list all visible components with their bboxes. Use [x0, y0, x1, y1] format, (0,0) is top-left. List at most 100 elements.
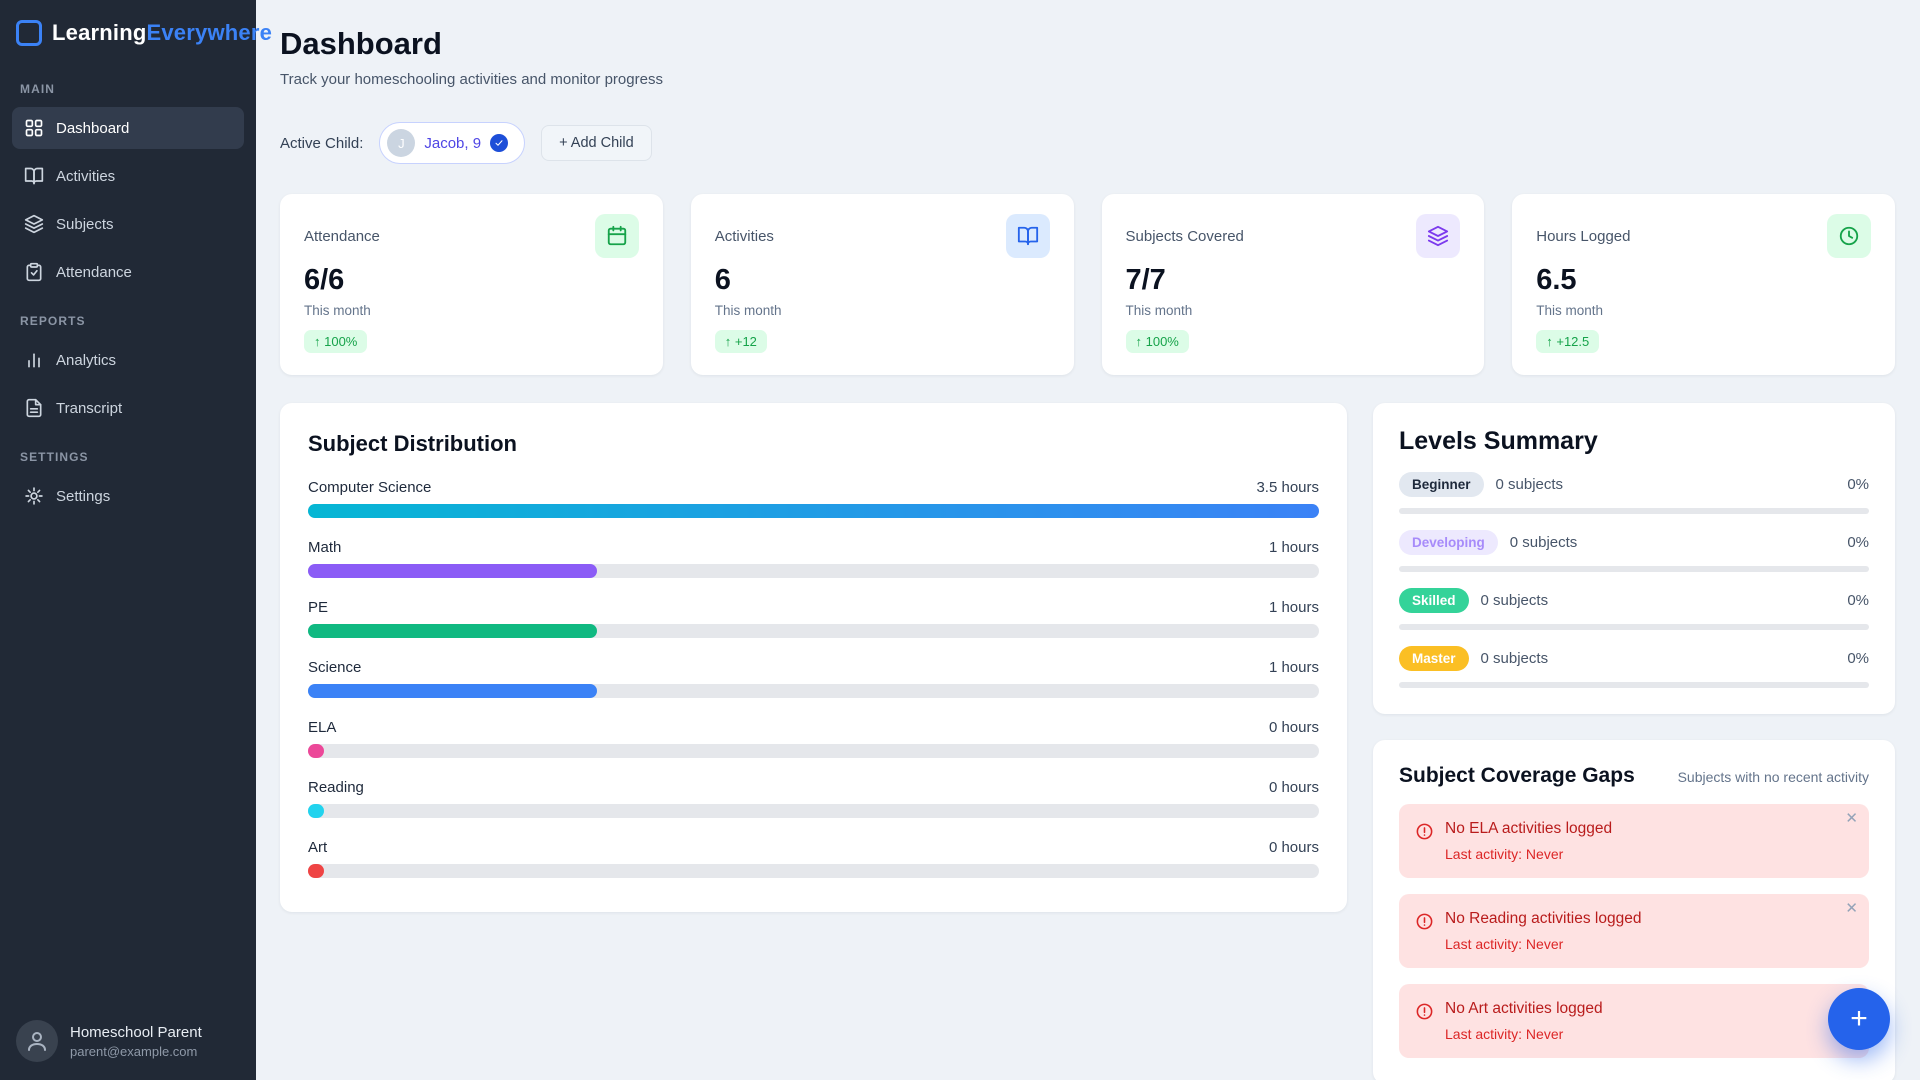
nav-section-reports: REPORTS — [20, 314, 86, 328]
right-column: Levels Summary Beginner 0 subjects 0% De… — [1373, 403, 1895, 1080]
close-icon[interactable] — [1845, 901, 1858, 916]
level-percent: 0% — [1847, 534, 1869, 551]
alert-circle-icon — [1415, 1002, 1434, 1021]
user-email: parent@example.com — [70, 1043, 198, 1059]
active-child-row: Active Child: J Jacob, 9 + Add Child — [280, 122, 1895, 164]
user-avatar-icon — [16, 1020, 58, 1062]
document-icon — [24, 398, 44, 418]
gear-icon — [24, 486, 44, 506]
user-info: Homeschool Parent parent@example.com — [70, 1024, 202, 1059]
subject-name: Art — [308, 839, 328, 856]
brand-part2: Everywhere — [146, 20, 273, 45]
level-progress-track — [1399, 682, 1869, 688]
level-percent: 0% — [1847, 650, 1869, 667]
page-subtitle: Track your homeschooling activities and … — [280, 71, 663, 88]
layers-icon — [24, 214, 44, 234]
level-progress-track — [1399, 508, 1869, 514]
sidebar-item-activities[interactable]: Activities — [12, 155, 244, 197]
alert-body: No Art activities logged Last activity: … — [1445, 1000, 1603, 1042]
sidebar-item-label: Subjects — [56, 215, 114, 233]
check-badge-icon — [490, 134, 509, 152]
stat-period: This month — [304, 303, 371, 318]
distribution-row: PE 1 hours — [308, 599, 1319, 638]
page-title: Dashboard — [280, 26, 442, 61]
sidebar-item-label: Dashboard — [56, 119, 130, 137]
stat-period: This month — [714, 303, 782, 318]
stat-value: 6/6 — [304, 264, 345, 296]
subject-name: Reading — [308, 779, 364, 796]
subject-hours: 3.5 hours — [1256, 479, 1319, 496]
distribution-track — [308, 624, 1319, 638]
level-row: Developing 0 subjects 0% — [1399, 530, 1869, 572]
coverage-gaps-title: Subject Coverage Gaps — [1399, 764, 1635, 787]
level-count: 0 subjects — [1480, 650, 1549, 667]
sidebar-item-settings[interactable]: Settings — [12, 475, 244, 517]
sidebar-item-attendance[interactable]: Attendance — [12, 251, 244, 293]
add-fab-button[interactable]: + — [1828, 988, 1890, 1050]
alert-title: No Art activities logged — [1445, 1000, 1603, 1017]
stat-card-activities: Activities 6 This month ↑ +12 — [690, 194, 1074, 375]
gap-alert-reading: No Reading activities logged Last activi… — [1399, 894, 1869, 968]
bar-chart-icon — [24, 350, 44, 370]
subject-hours: 0 hours — [1268, 779, 1319, 796]
level-badge-developing: Developing — [1399, 530, 1498, 555]
levels-summary-card: Levels Summary Beginner 0 subjects 0% De… — [1373, 403, 1895, 714]
level-progress-track — [1399, 624, 1869, 630]
sidebar-item-dashboard[interactable]: Dashboard — [12, 107, 244, 149]
layers-icon — [1416, 214, 1461, 258]
brand-logo: LearningEverywhere — [0, 0, 272, 64]
distribution-bar — [308, 504, 1319, 518]
nav-section-settings: SETTINGS — [20, 450, 89, 464]
calendar-icon — [594, 214, 639, 258]
distribution-track — [308, 684, 1319, 698]
sidebar-item-label: Analytics — [56, 351, 117, 369]
active-child-pill[interactable]: J Jacob, 9 — [379, 122, 526, 164]
sidebar-item-analytics[interactable]: Analytics — [12, 339, 244, 381]
stat-card-hours-logged: Hours Logged 6.5 This month ↑ +12.5 — [1512, 194, 1895, 375]
main-grid: Subject Distribution Computer Science 3.5… — [280, 403, 1895, 1080]
user-profile[interactable]: Homeschool Parent parent@example.com — [0, 1002, 256, 1080]
distribution-row: Science 1 hours — [308, 659, 1319, 698]
alert-circle-icon — [1415, 822, 1434, 841]
distribution-row: Reading 0 hours — [308, 779, 1319, 818]
distribution-track — [308, 864, 1319, 878]
brand-part1: Learning — [52, 20, 147, 45]
distribution-track — [308, 804, 1319, 818]
stat-period: This month — [1536, 303, 1604, 318]
levels-summary-title: Levels Summary — [1399, 427, 1598, 455]
level-badge-beginner: Beginner — [1399, 472, 1484, 497]
alert-body: No Reading activities logged Last activi… — [1445, 910, 1641, 952]
subject-hours: 0 hours — [1268, 839, 1319, 856]
stat-value: 6.5 — [1536, 264, 1577, 296]
alert-detail: Last activity: Never — [1445, 846, 1564, 862]
stat-label: Subjects Covered — [1125, 227, 1244, 245]
add-child-button[interactable]: + Add Child — [541, 125, 652, 161]
distribution-bar — [308, 624, 597, 638]
level-row: Master 0 subjects 0% — [1399, 646, 1869, 688]
stats-grid: Attendance 6/6 This month ↑ 100% Activit… — [280, 194, 1895, 375]
coverage-gaps-subtitle: Subjects with no recent activity — [1677, 769, 1869, 785]
close-icon[interactable] — [1845, 811, 1858, 826]
gap-alert-ela: No ELA activities logged Last activity: … — [1399, 804, 1869, 878]
stat-label: Activities — [714, 227, 774, 245]
stat-label: Hours Logged — [1536, 227, 1631, 245]
distribution-bar — [308, 744, 324, 758]
sidebar-item-subjects[interactable]: Subjects — [12, 203, 244, 245]
distribution-row: ELA 0 hours — [308, 719, 1319, 758]
subject-name: ELA — [308, 719, 337, 736]
level-row: Skilled 0 subjects 0% — [1399, 588, 1869, 630]
subject-hours: 1 hours — [1268, 659, 1319, 676]
sidebar-item-transcript[interactable]: Transcript — [12, 387, 244, 429]
sidebar-item-label: Transcript — [56, 399, 123, 417]
distribution-bar — [308, 864, 324, 878]
level-badge-master: Master — [1399, 646, 1469, 671]
nav-section-main: MAIN — [20, 82, 55, 96]
clock-icon — [1827, 214, 1871, 258]
book-open-icon — [1005, 214, 1050, 258]
level-count: 0 subjects — [1509, 534, 1578, 551]
grid-icon — [24, 118, 44, 138]
sidebar-item-label: Settings — [56, 487, 111, 505]
alert-detail: Last activity: Never — [1445, 1026, 1564, 1042]
distribution-bar — [308, 804, 324, 818]
active-child-label: Active Child: — [280, 134, 364, 152]
